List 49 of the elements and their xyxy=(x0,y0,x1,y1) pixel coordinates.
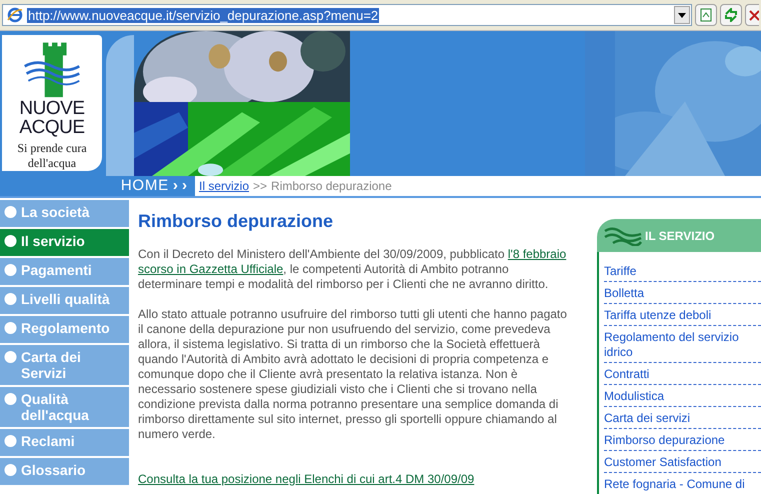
breadcrumb-current: Rimborso depurazione xyxy=(271,178,392,195)
service-link[interactable]: Tariffa utenze deboli xyxy=(604,304,761,326)
arrows-text: › › xyxy=(172,176,187,196)
service-link[interactable]: Customer Satisfaction xyxy=(604,451,761,473)
waves-icon xyxy=(603,226,643,246)
address-field[interactable]: http://www.nuoveacque.it/servizio_depurazione.asp?menu=2 xyxy=(2,4,692,26)
logo-name-text: ACQUE xyxy=(19,118,85,137)
service-link[interactable]: Bolletta xyxy=(604,282,761,304)
stop-button[interactable] xyxy=(745,4,759,26)
home-link[interactable]: HOME xyxy=(120,174,169,198)
bullet-icon xyxy=(4,350,17,363)
bullet-icon xyxy=(4,263,17,276)
bullet-icon xyxy=(4,205,17,218)
bullet-icon xyxy=(4,234,17,247)
gazette-link[interactable]: scorso in Gazzetta Ufficiale xyxy=(138,262,284,276)
page-icon xyxy=(699,8,713,22)
dropdown-button[interactable] xyxy=(674,6,690,24)
bullet-icon xyxy=(4,321,17,334)
consult-link[interactable]: Consulta la tua posizione negli Elenchi di cui art.4 DM 30/09/09 xyxy=(138,472,571,487)
sidebar-item[interactable]: Il servizio xyxy=(0,229,129,256)
logo-name-text: NUOVE xyxy=(19,99,85,118)
panel-header: IL SERVIZIO xyxy=(597,219,761,252)
bullet-icon xyxy=(4,434,17,447)
service-link[interactable]: Carta dei servizi xyxy=(604,407,761,429)
service-link[interactable]: Rimborso depurazione xyxy=(604,429,761,451)
service-link[interactable]: Tariffe xyxy=(604,260,761,282)
service-link[interactable]: Modulistica xyxy=(604,385,761,407)
breadcrumb-separator: >> xyxy=(253,178,268,195)
close-icon xyxy=(749,9,759,21)
breadcrumb-link[interactable]: Il servizio xyxy=(199,177,250,195)
service-link[interactable]: Contratti xyxy=(604,363,761,385)
bullet-icon xyxy=(4,292,17,305)
url-text: http://www.nuoveacque.it/servizio_depurazione.asp?menu=2 xyxy=(27,8,380,22)
intro-paragraph: Con il Decreto del Ministero dell'Ambiente del 30/09/2009, pubblicato l'8 febbraio scorso in Gazzetta Ufficiale, le competenti Autorità di Ambito potranno determinare tempi e modalità del rimborso per i Clienti che ne avranno diritto. xyxy=(138,247,568,292)
compatibility-button[interactable] xyxy=(695,4,717,26)
logo-tagline-text: dell'acqua xyxy=(28,156,76,171)
gazette-link[interactable]: l'8 febbraio xyxy=(508,247,566,261)
service-link[interactable]: Rete fognaria - Comune di xyxy=(604,473,761,494)
home-bar[interactable]: HOME › › xyxy=(0,176,195,196)
logo-tagline-text: Si prende cura xyxy=(17,141,87,156)
refresh-icon xyxy=(724,8,738,22)
body-paragraph: Allo stato attuale potranno usufruire del rimborso tutti gli utenti che hanno pagato il canone della depurazione pur non usufruendo del servizio, come prevedeva allora, il sistema legislativo. Si tratta di un rimborso che la Società effettuerà quando l'Autorità di Ambito avrà adottato le decisioni di propria competenza e comunque dopo che il Cliente avrà presentato la relativa istanza. Non è necessario sostenere spese giudiziali visto che i Clienti che si trovano nella condizione prevista dalla norma potranno presentare una semplice domanda di rimborso direttamente sul sito internet, presso gli sportelli oppure chiamando al numero verde. xyxy=(138,307,568,442)
page-title: Rimborso depurazione xyxy=(138,211,334,231)
bullet-icon xyxy=(4,392,17,405)
browser-page-icon xyxy=(7,7,23,23)
service-link[interactable]: Regolamento del servizio idrico xyxy=(604,326,761,363)
caret-icon xyxy=(678,12,686,18)
refresh-button[interactable] xyxy=(720,4,742,26)
bullet-icon xyxy=(4,463,17,476)
